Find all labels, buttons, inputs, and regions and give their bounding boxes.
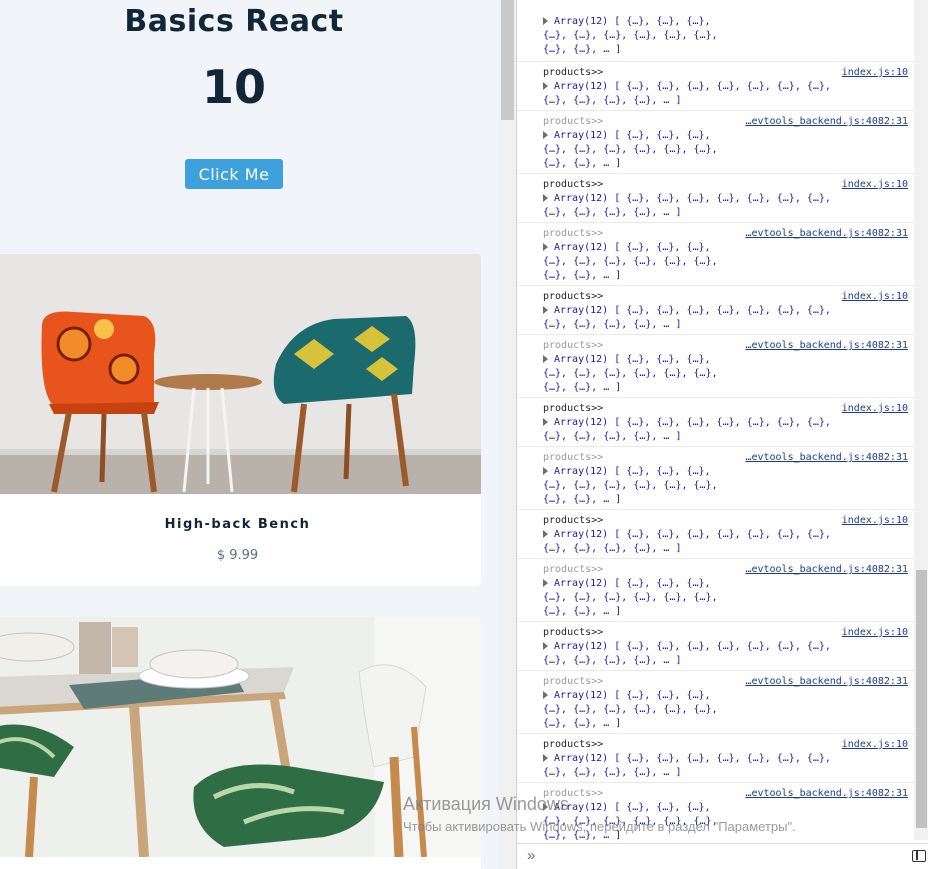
console-log-entry: products>> …evtools_backend.js:4082:31 Arr… bbox=[517, 334, 914, 397]
console-array-preview[interactable]: Array(12) [ {…}, {…}, {…}, {…}, {…}, {…}… bbox=[543, 689, 733, 731]
console-log-label: products>> bbox=[543, 452, 604, 463]
expand-triangle-icon[interactable] bbox=[543, 467, 548, 475]
console-array-preview[interactable]: Array(12) [ {…}, {…}, {…}, {…}, {…}, {…}… bbox=[543, 304, 831, 332]
page-title: Basics React bbox=[124, 4, 344, 39]
console-log-entry: products>> …evtools_backend.js:4082:31 Arr… bbox=[517, 446, 914, 509]
expand-triangle-icon[interactable] bbox=[543, 754, 548, 762]
console-log-entry: products>> …evtools_backend.js:4082:31 Arr… bbox=[517, 222, 914, 285]
console-log-entry: Array(12) [ {…}, {…}, {…}, {…}, {…}, {…}… bbox=[517, 0, 914, 55]
console-array-preview[interactable]: Array(12) [ {…}, {…}, {…}, {…}, {…}, {…}… bbox=[543, 15, 733, 57]
console-log-label: products>> bbox=[543, 228, 604, 239]
console-array-preview[interactable]: Array(12) [ {…}, {…}, {…}, {…}, {…}, {…}… bbox=[543, 640, 831, 668]
expand-triangle-icon[interactable] bbox=[543, 530, 548, 538]
console-source-link[interactable]: index.js:10 bbox=[842, 738, 908, 752]
sidebar-toggle-icon[interactable] bbox=[912, 850, 926, 862]
expand-triangle-icon[interactable] bbox=[543, 243, 548, 251]
console-source-link[interactable]: …evtools_backend.js:4082:31 bbox=[745, 451, 908, 465]
console-log-entry: products>> index.js:10 Array(12) [ {…}, {…… bbox=[517, 733, 914, 782]
product-price: $ 9.99 bbox=[216, 548, 259, 563]
console-array-preview[interactable]: Array(12) [ {…}, {…}, {…}, {…}, {…}, {…}… bbox=[543, 80, 831, 108]
console-log-entry: products>> …evtools_backend.js:4082:31 Arr… bbox=[517, 110, 914, 173]
expand-triangle-icon[interactable] bbox=[543, 82, 548, 90]
console-log-entry: products>> index.js:10 Array(12) [ {…}, {…… bbox=[517, 61, 914, 110]
console-array-preview[interactable]: Array(12) [ {…}, {…}, {…}, {…}, {…}, {…}… bbox=[543, 192, 831, 220]
expand-triangle-icon[interactable] bbox=[543, 131, 548, 139]
console-log-label: products>> bbox=[543, 676, 604, 687]
expand-triangle-icon[interactable] bbox=[543, 803, 548, 811]
expand-triangle-icon[interactable] bbox=[543, 579, 548, 587]
console-source-link[interactable]: index.js:10 bbox=[842, 626, 908, 640]
console-array-preview[interactable]: Array(12) [ {…}, {…}, {…}, {…}, {…}, {…}… bbox=[543, 528, 831, 556]
console-log-label: products>> bbox=[543, 515, 604, 526]
page-scrollbar-thumb[interactable] bbox=[501, 0, 514, 120]
console-log-entry: products>> index.js:10 Array(12) [ {…}, {…… bbox=[517, 285, 914, 334]
product-image-chairs bbox=[0, 254, 481, 494]
product-image-dining bbox=[0, 617, 481, 857]
console-prompt-icon: » bbox=[527, 847, 536, 864]
product-name: High-back Bench bbox=[164, 517, 311, 532]
console-log-label: products>> bbox=[543, 627, 604, 638]
expand-triangle-icon[interactable] bbox=[543, 306, 548, 314]
console-array-preview[interactable]: Array(12) [ {…}, {…}, {…}, {…}, {…}, {…}… bbox=[543, 241, 733, 283]
console-source-link[interactable]: …evtools_backend.js:4082:31 bbox=[745, 115, 908, 129]
expand-triangle-icon[interactable] bbox=[543, 642, 548, 650]
console-log-entry: products>> index.js:10 Array(12) [ {…}, {…… bbox=[517, 509, 914, 558]
expand-triangle-icon[interactable] bbox=[543, 17, 548, 25]
console-source-link[interactable]: …evtools_backend.js:4082:31 bbox=[745, 227, 908, 241]
console-log-entry: products>> …evtools_backend.js:4082:31 Arr… bbox=[517, 670, 914, 733]
console-source-link[interactable]: …evtools_backend.js:4082:31 bbox=[745, 675, 908, 689]
expand-triangle-icon[interactable] bbox=[543, 355, 548, 363]
console-array-preview[interactable]: Array(12) [ {…}, {…}, {…}, {…}, {…}, {…}… bbox=[543, 129, 733, 171]
console-source-link[interactable]: index.js:10 bbox=[842, 66, 908, 80]
click-me-button[interactable]: Click Me bbox=[185, 159, 283, 189]
console-log-entry: products>> index.js:10 Array(12) [ {…}, {…… bbox=[517, 397, 914, 446]
console-log-label: products>> bbox=[543, 179, 604, 190]
console-log-label: products>> bbox=[543, 116, 604, 127]
console-array-preview[interactable]: Array(12) [ {…}, {…}, {…}, {…}, {…}, {…}… bbox=[543, 801, 733, 840]
console-log-entry: products>> …evtools_backend.js:4082:31 Arr… bbox=[517, 782, 914, 840]
console-log-label: products>> bbox=[543, 564, 604, 575]
console-source-link[interactable]: index.js:10 bbox=[842, 402, 908, 416]
console-source-link[interactable]: index.js:10 bbox=[842, 290, 908, 304]
console-array-preview[interactable]: Array(12) [ {…}, {…}, {…}, {…}, {…}, {…}… bbox=[543, 577, 733, 619]
console-log-label: products>> bbox=[543, 340, 604, 351]
console-array-preview[interactable]: Array(12) [ {…}, {…}, {…}, {…}, {…}, {…}… bbox=[543, 416, 831, 444]
console-input-bar[interactable]: » bbox=[517, 843, 928, 869]
console-array-preview[interactable]: Array(12) [ {…}, {…}, {…}, {…}, {…}, {…}… bbox=[543, 752, 831, 780]
expand-triangle-icon[interactable] bbox=[543, 691, 548, 699]
console-scrollbar[interactable] bbox=[914, 0, 928, 840]
console-log-label: products>> bbox=[543, 788, 604, 799]
console-array-preview[interactable]: Array(12) [ {…}, {…}, {…}, {…}, {…}, {…}… bbox=[543, 353, 733, 395]
console-array-preview[interactable]: Array(12) [ {…}, {…}, {…}, {…}, {…}, {…}… bbox=[543, 465, 733, 507]
console-source-link[interactable]: …evtools_backend.js:4082:31 bbox=[745, 787, 908, 801]
product-card: High-back Bench $ 9.99 bbox=[0, 254, 481, 586]
console-log-label: products>> bbox=[543, 291, 604, 302]
console-log-entry: products>> …evtools_backend.js:4082:31 Arr… bbox=[517, 558, 914, 621]
product-card bbox=[0, 617, 481, 869]
app-page: Basics React 10 Click Me High-back Bench… bbox=[0, 0, 516, 869]
console-log-label: products>> bbox=[543, 739, 604, 750]
console-source-link[interactable]: index.js:10 bbox=[842, 178, 908, 192]
console-log-entry: products>> index.js:10 Array(12) [ {…}, {…… bbox=[517, 621, 914, 670]
expand-triangle-icon[interactable] bbox=[543, 418, 548, 426]
console-scrollbar-thumb[interactable] bbox=[916, 570, 927, 828]
console-source-link[interactable]: …evtools_backend.js:4082:31 bbox=[745, 563, 908, 577]
console-log-label: products>> bbox=[543, 67, 604, 78]
console-source-link[interactable]: …evtools_backend.js:4082:31 bbox=[745, 339, 908, 353]
expand-triangle-icon[interactable] bbox=[543, 194, 548, 202]
console-log-label: products>> bbox=[543, 403, 604, 414]
counter-value: 10 bbox=[201, 60, 266, 114]
devtools-panel: Array(12) [ {…}, {…}, {…}, {…}, {…}, {…}… bbox=[516, 0, 928, 869]
console-log-entry: products>> index.js:10 Array(12) [ {…}, {…… bbox=[517, 173, 914, 222]
console-output: Array(12) [ {…}, {…}, {…}, {…}, {…}, {…}… bbox=[517, 0, 914, 840]
console-source-link[interactable]: index.js:10 bbox=[842, 514, 908, 528]
page-scrollbar[interactable] bbox=[499, 0, 516, 869]
